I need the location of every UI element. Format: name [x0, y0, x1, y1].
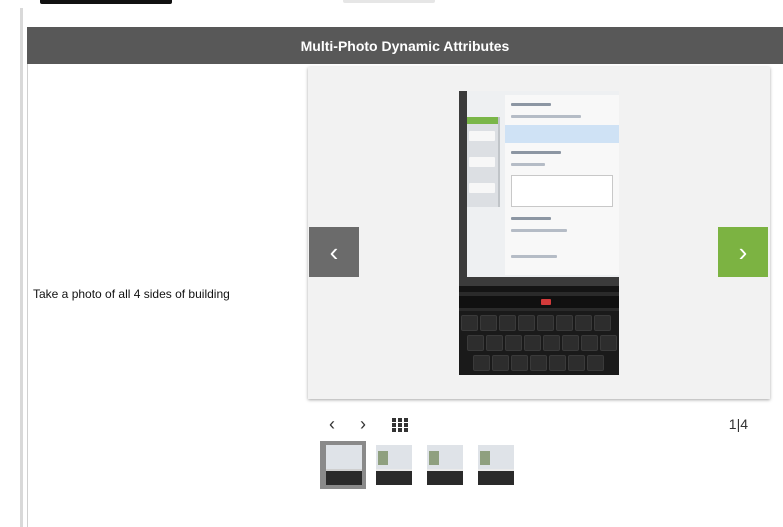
thumb-keyboard: [478, 471, 514, 485]
thumbnail-image: [427, 445, 463, 485]
photo-form-line: [511, 255, 557, 258]
photo-key: [568, 355, 585, 371]
photo-key: [549, 355, 566, 371]
photo-key: [556, 315, 573, 331]
grid-cell: [404, 423, 408, 427]
attribute-prompt: Take a photo of all 4 sides of building: [33, 286, 230, 301]
photo-key: [511, 355, 528, 371]
photo-laptop-screen: [467, 91, 619, 277]
photo-key: [530, 355, 547, 371]
photo-key: [543, 335, 560, 351]
photo-form-content: [505, 95, 619, 275]
photo-key: [575, 315, 592, 331]
photo-key: [492, 355, 509, 371]
photo-key: [600, 335, 617, 351]
photo-form-line: [511, 115, 581, 118]
photo-touchbar: [459, 296, 619, 308]
thumb-phone: [480, 451, 490, 465]
current-photo: [459, 91, 619, 375]
section-title: Multi-Photo Dynamic Attributes: [300, 37, 510, 54]
top-cropped-header: [0, 0, 783, 10]
gallery-controls: ‹ › 1|4: [308, 408, 770, 440]
thumb-phone: [429, 451, 439, 465]
cropped-heading-fragment: [40, 0, 172, 4]
photo-keyboard: [459, 311, 619, 375]
gallery-prev-button[interactable]: ‹: [329, 414, 335, 434]
thumbnail-4[interactable]: [472, 441, 518, 489]
thumbnail-image: [478, 445, 514, 485]
page-left-border: [20, 8, 23, 527]
gallery-next-button[interactable]: ›: [360, 414, 366, 434]
thumb-keyboard: [427, 471, 463, 485]
photo-key: [467, 335, 484, 351]
photo-form-line: [511, 163, 545, 166]
grid-cell: [392, 418, 396, 422]
photo-key: [562, 335, 579, 351]
grid-cell: [392, 423, 396, 427]
photo-panel-row: [469, 183, 495, 193]
photo-form-line: [511, 229, 567, 232]
photo-key: [524, 335, 541, 351]
photo-key: [486, 335, 503, 351]
grid-cell: [398, 418, 402, 422]
thumb-keyboard: [326, 471, 362, 485]
photo-panel-header: [467, 117, 498, 124]
thumbnail-3[interactable]: [421, 441, 467, 489]
photo-key: [518, 315, 535, 331]
photo-key: [537, 315, 554, 331]
photo-counter: 1|4: [728, 416, 748, 432]
attribute-label-cell: Take a photo of all 4 sides of building: [33, 64, 303, 527]
thumbnail-image: [376, 445, 412, 485]
grid-cell: [398, 428, 402, 432]
photo-key: [587, 355, 604, 371]
grid-cell: [404, 428, 408, 432]
photo-form-box: [511, 175, 613, 207]
next-photo-button[interactable]: ›: [718, 227, 768, 277]
photo-panel-row: [469, 157, 495, 167]
section-header: Multi-Photo Dynamic Attributes: [27, 27, 783, 64]
photo-form-line: [511, 103, 551, 106]
previous-photo-button[interactable]: ‹: [309, 227, 359, 277]
photo-key: [499, 315, 516, 331]
photo-form-notice: [505, 125, 619, 143]
chevron-right-icon: ›: [738, 236, 748, 267]
photo-key: [461, 315, 478, 331]
thumb-phone: [378, 451, 388, 465]
grid-icon[interactable]: [392, 418, 408, 432]
photo-key: [505, 335, 522, 351]
photo-panel-row: [469, 131, 495, 141]
thumbnail-1[interactable]: [320, 441, 366, 489]
thumbnail-image: [326, 445, 362, 485]
thumb-keyboard: [376, 471, 412, 485]
photo-key: [594, 315, 611, 331]
photo-form-line: [511, 217, 551, 220]
chevron-left-icon: ‹: [329, 236, 339, 267]
photo-form-line: [511, 151, 561, 154]
photo-key: [480, 315, 497, 331]
photo-viewer: ‹ ›: [308, 67, 770, 399]
grid-cell: [404, 418, 408, 422]
thumbnail-strip: [320, 441, 520, 489]
thumb-screen: [326, 445, 362, 469]
cropped-text-fragment: [343, 0, 435, 3]
thumbnail-2[interactable]: [370, 441, 416, 489]
photo-key: [473, 355, 490, 371]
grid-cell: [398, 423, 402, 427]
photo-touchbar-key: [541, 299, 551, 305]
photo-key: [581, 335, 598, 351]
grid-cell: [392, 428, 396, 432]
photo-phone-panel: [467, 117, 500, 207]
photo-laptop-hinge: [459, 286, 619, 292]
